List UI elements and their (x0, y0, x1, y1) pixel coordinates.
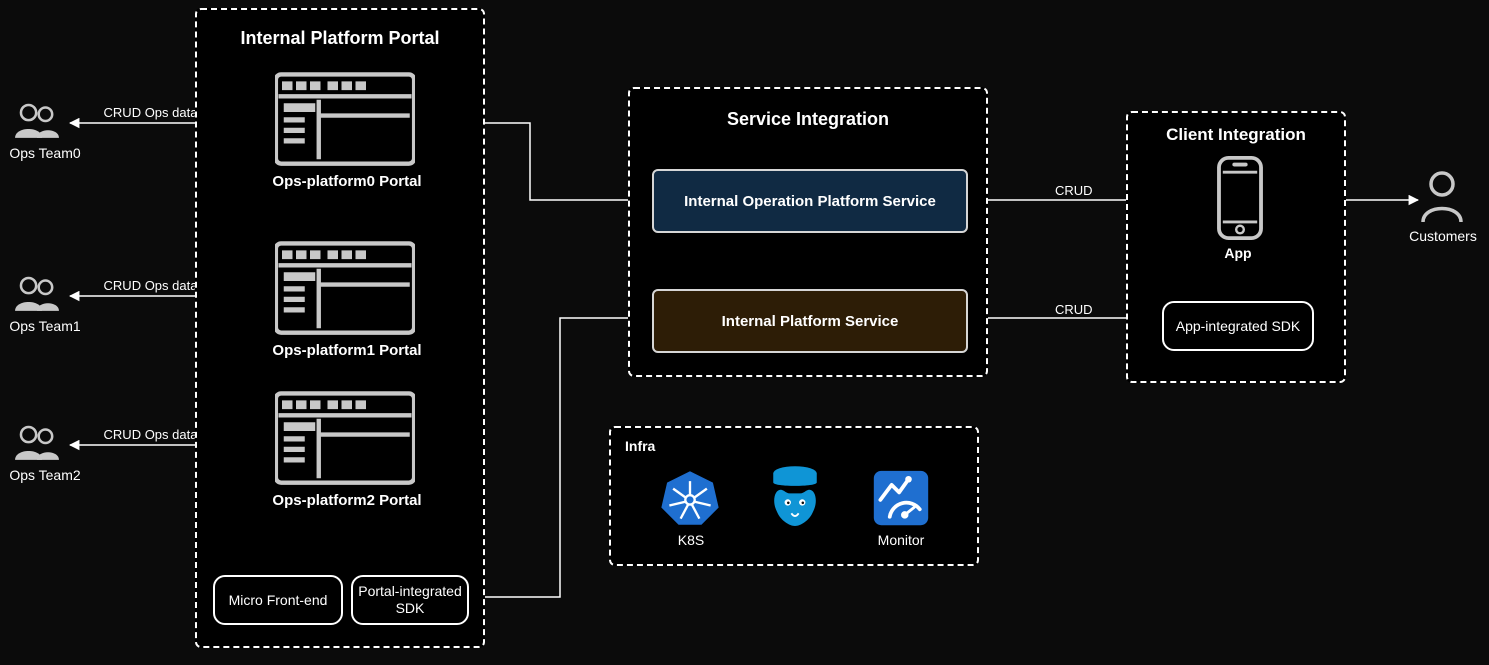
service-integration-title: Service Integration (630, 109, 986, 130)
portal-item-1-label: Ops-platform1 Portal (257, 342, 437, 359)
monitor-icon (871, 468, 931, 528)
ops-team-2-label: Ops Team2 (0, 467, 90, 483)
database-icon (766, 464, 824, 530)
portal-item-1 (275, 241, 415, 335)
app-icon (1216, 155, 1264, 241)
customers-icon (1418, 170, 1466, 226)
user-icon (1418, 170, 1466, 226)
portal-item-2-label: Ops-platform2 Portal (257, 492, 437, 509)
ops-team-1 (10, 273, 80, 315)
ops-team-0 (10, 100, 80, 142)
infra-title: Infra (625, 438, 655, 454)
internal-platform-service: Internal Platform Service (652, 289, 968, 353)
k8s-icon (660, 468, 720, 528)
portal-container: Internal Platform Portal Ops-platform0 P (195, 8, 485, 648)
monitor-chart-icon (871, 468, 931, 528)
app-sdk-box: App-integrated SDK (1162, 301, 1314, 351)
users-icon (10, 422, 64, 464)
ops-team-2 (10, 422, 80, 464)
users-icon (10, 273, 64, 315)
edge-label-crud-ops-0: CRUD Ops data (93, 105, 208, 120)
portal-item-0 (275, 72, 415, 166)
mobile-phone-icon (1216, 155, 1264, 241)
postgres-icon (766, 464, 824, 530)
browser-window-icon (275, 391, 415, 485)
internal-op-platform-service: Internal Operation Platform Service (652, 169, 968, 233)
users-icon (10, 100, 64, 142)
monitor-label: Monitor (861, 532, 941, 548)
infra-container: Infra K8S (609, 426, 979, 566)
micro-frontend-box: Micro Front-end (213, 575, 343, 625)
portal-sdk-box: Portal-integrated SDK (351, 575, 469, 625)
browser-window-icon (275, 241, 415, 335)
client-integration-container: Client Integration App App-integrated SD… (1126, 111, 1346, 383)
portal-item-0-label: Ops-platform0 Portal (257, 173, 437, 190)
edge-label-crud-top: CRUD (1055, 183, 1093, 198)
kubernetes-icon (660, 468, 720, 528)
edge-label-crud-ops-2: CRUD Ops data (93, 427, 208, 442)
ops-team-0-label: Ops Team0 (0, 145, 90, 161)
customers-label: Customers (1398, 228, 1488, 244)
edge-label-crud-bottom: CRUD (1055, 302, 1093, 317)
app-label: App (1128, 245, 1348, 261)
portal-title: Internal Platform Portal (197, 28, 483, 49)
edge-label-crud-ops-1: CRUD Ops data (93, 278, 208, 293)
portal-item-2 (275, 391, 415, 485)
client-integration-title: Client Integration (1128, 125, 1344, 145)
browser-window-icon (275, 72, 415, 166)
service-integration-container: Service Integration Internal Operation P… (628, 87, 988, 377)
k8s-label: K8S (651, 532, 731, 548)
ops-team-1-label: Ops Team1 (0, 318, 90, 334)
